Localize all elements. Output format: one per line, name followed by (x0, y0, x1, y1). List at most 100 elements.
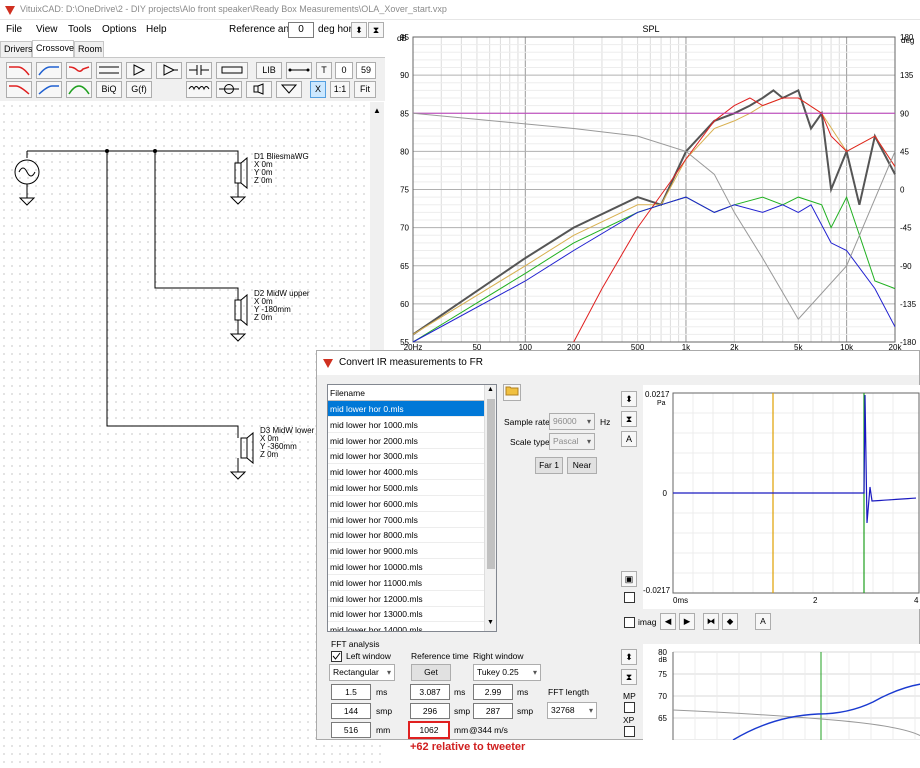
lowpass-red-icon[interactable] (6, 62, 32, 79)
zoom-in-icon[interactable]: ⧓ (703, 613, 719, 630)
biq-button[interactable]: BiQ (96, 81, 122, 98)
highpass-blue-icon[interactable] (36, 62, 62, 79)
zero-field[interactable]: 0 (335, 62, 353, 79)
angle-collapse-icon[interactable]: ⧗ (368, 22, 384, 38)
ir-checkbox-1[interactable] (624, 592, 635, 603)
spl-chart[interactable]: SPL dB deg 95908580757065605518013590450… (385, 20, 920, 352)
file-list-item[interactable]: mid lower hor 4000.mls (328, 464, 484, 481)
capacitor-icon[interactable] (186, 62, 212, 79)
fiftynine-field[interactable]: 59 (356, 62, 376, 79)
file-list-item[interactable]: mid lower hor 12000.mls (328, 591, 484, 607)
file-list-item[interactable]: mid lower hor 2000.mls (328, 433, 484, 449)
scroll-down-icon[interactable]: ▼ (487, 619, 494, 626)
mp-checkbox[interactable] (624, 702, 635, 713)
app-icon (5, 6, 15, 15)
inductor-icon[interactable] (186, 81, 212, 98)
right-window-smp[interactable]: 287 (473, 703, 513, 719)
file-list-item[interactable]: mid lower hor 8000.mls (328, 527, 484, 544)
scale-type-value: Pascal (553, 436, 579, 446)
one-to-one-button[interactable]: 1:1 (330, 81, 350, 98)
file-list-item[interactable]: mid lower hor 7000.mls (328, 512, 484, 528)
tab-drivers[interactable]: Drivers (0, 41, 33, 57)
left-window-checkbox[interactable] (331, 651, 342, 662)
open-folder-icon[interactable] (503, 384, 521, 401)
xp-checkbox[interactable] (624, 726, 635, 737)
resistor-icon[interactable] (216, 62, 248, 79)
shelf-icon[interactable] (96, 62, 122, 79)
fit-button[interactable]: Fit (354, 81, 376, 98)
menu-file[interactable]: File (6, 24, 22, 35)
file-list[interactable]: Filename ▲ ▼ mid lower hor 0.mls mid lowe… (327, 384, 497, 632)
file-list-item[interactable]: mid lower hor 0.mls (328, 401, 484, 417)
spl-y-tick: 65 (400, 262, 409, 271)
x-toggle-button[interactable]: X (310, 81, 326, 98)
file-list-scrollbar[interactable]: ▲ ▼ (484, 385, 496, 631)
speaker-icon[interactable] (246, 81, 272, 98)
get-button[interactable]: Get (411, 664, 451, 681)
left-window-select[interactable]: Rectangular ▾ (329, 664, 395, 681)
right-window-select[interactable]: Tukey 0.25 ▾ (473, 664, 541, 681)
left-window-mm[interactable]: 516 (331, 722, 371, 738)
schematic-scrollbar[interactable]: ▲ (370, 102, 384, 352)
menu-view[interactable]: View (36, 24, 58, 35)
file-list-item[interactable]: mid lower hor 14000.mls (328, 622, 484, 631)
reference-angle-input[interactable]: 0 (288, 22, 314, 38)
reference-time-mm[interactable]: 1062 (408, 721, 450, 739)
bandpass-green-icon[interactable] (66, 81, 92, 98)
menu-help[interactable]: Help (146, 24, 167, 35)
tab-room[interactable]: Room (74, 41, 104, 57)
frequency-response-chart[interactable]: 80 75 70 65 dB (643, 644, 920, 740)
ir-updown-icon[interactable]: ⬍ (621, 391, 637, 407)
reference-time-smp[interactable]: 296 (410, 703, 450, 719)
spl-chart-panel: SPL dB deg 95 90 85 80 75 70 65 60 55 180 135 90 45 0… (385, 20, 920, 352)
far-button[interactable]: Far 1 (535, 457, 563, 474)
near-button[interactable]: Near (567, 457, 597, 474)
tab-crossover[interactable]: Crossover (32, 40, 77, 57)
driver-d1-label[interactable]: D1 BliesmaWG X 0m Y 0m Z 0m (254, 153, 309, 185)
ir-a-button[interactable]: A (621, 431, 637, 447)
lib-button[interactable]: LIB (256, 62, 282, 79)
buffer-icon[interactable] (126, 62, 152, 79)
scroll-thumb[interactable] (487, 399, 495, 569)
highpass-blue-2-icon[interactable] (36, 81, 62, 98)
ir-collapse-icon[interactable]: ⧗ (621, 411, 637, 427)
ground-icon[interactable] (276, 81, 302, 98)
wire-icon[interactable] (286, 62, 312, 79)
lowpass-red-2-icon[interactable] (6, 81, 32, 98)
zoom-out-icon[interactable]: ◆ (722, 613, 738, 630)
file-list-item[interactable]: mid lower hor 10000.mls (328, 559, 484, 575)
filename-header[interactable]: Filename (328, 385, 484, 401)
fft-length-select[interactable]: 32768 ▾ (547, 702, 597, 719)
fr-updown-icon[interactable]: ⬍ (621, 649, 637, 665)
fr-collapse-icon[interactable]: ⧗ (621, 669, 637, 685)
step-right-icon[interactable]: ▶ (679, 613, 695, 630)
gf-button[interactable]: G(f) (126, 81, 152, 98)
text-tool-button[interactable]: T (316, 62, 332, 79)
reference-time-ms[interactable]: 3.087 (410, 684, 450, 700)
file-list-item[interactable]: mid lower hor 9000.mls (328, 543, 484, 560)
driver-d2-label[interactable]: D2 MidW upper X 0m Y -180mm Z 0m (254, 290, 310, 322)
menu-options[interactable]: Options (102, 24, 136, 35)
file-list-item[interactable]: mid lower hor 11000.mls (328, 575, 484, 591)
scroll-up-icon[interactable]: ▲ (373, 106, 381, 115)
notch-red-icon[interactable] (66, 62, 92, 79)
file-list-item[interactable]: mid lower hor 1000.mls (328, 417, 484, 433)
impulse-response-chart[interactable]: 0.0217Pa 0 -0.02170ms 2 4 (643, 385, 920, 609)
menu-tools[interactable]: Tools (68, 24, 91, 35)
right-window-ms[interactable]: 2.99 (473, 684, 513, 700)
step-left-icon[interactable]: ◀ (660, 613, 676, 630)
file-list-item[interactable]: mid lower hor 3000.mls (328, 448, 484, 465)
left-window-smp[interactable]: 144 (331, 703, 371, 719)
camera-icon[interactable]: ▣ (621, 571, 637, 587)
file-list-item[interactable]: mid lower hor 5000.mls (328, 480, 484, 496)
imag-checkbox[interactable] (624, 617, 635, 628)
left-window-ms[interactable]: 1.5 (331, 684, 371, 700)
transformer-icon[interactable] (216, 81, 242, 98)
file-list-item[interactable]: mid lower hor 13000.mls (328, 606, 484, 623)
file-list-item[interactable]: mid lower hor 6000.mls (328, 496, 484, 512)
ir-a-button-2[interactable]: A (755, 613, 771, 630)
angle-step-up-down-icon[interactable]: ⬍ (351, 22, 367, 38)
driver-d3-label[interactable]: D3 MidW lower X 0m Y -360mm Z 0m (260, 427, 314, 459)
scroll-up-icon[interactable]: ▲ (487, 386, 494, 393)
opamp-icon[interactable] (156, 62, 182, 79)
